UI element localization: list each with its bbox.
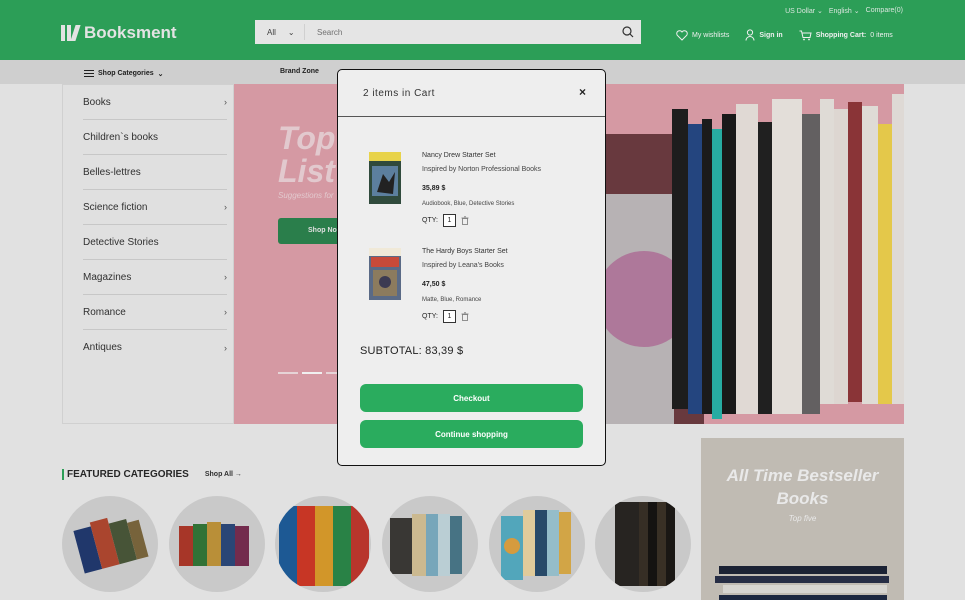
- cart-item-price: 35,89 $: [422, 185, 446, 192]
- continue-shopping-button[interactable]: Continue shopping: [360, 420, 583, 448]
- cart-item-qty: QTY: 1: [422, 214, 541, 227]
- cart-item-info: The Hardy Boys Starter Set Inspired by L…: [422, 248, 508, 323]
- cart-item-brand: Inspired by Leana's Books: [422, 262, 504, 269]
- cart-modal: 2 items in Cart × Nancy Drew Starter Set…: [337, 69, 606, 466]
- book-cover-image[interactable]: [369, 248, 401, 300]
- qty-input[interactable]: 1: [442, 310, 456, 323]
- qty-input[interactable]: 1: [442, 214, 456, 227]
- cart-modal-title: 2 items in Cart: [363, 88, 435, 99]
- cart-item-brand: Inspired by Norton Professional Books: [422, 166, 542, 173]
- cart-modal-header: 2 items in Cart ×: [338, 70, 605, 117]
- trash-icon[interactable]: [461, 216, 469, 225]
- cart-item-qty: QTY: 1: [422, 310, 508, 323]
- cart-item-title[interactable]: Nancy Drew Starter Set: [422, 152, 541, 159]
- checkout-button[interactable]: Checkout: [360, 384, 583, 412]
- cart-item-info: Nancy Drew Starter Set Inspired by Norto…: [422, 152, 541, 227]
- book-cover-image[interactable]: [369, 152, 401, 204]
- qty-label: QTY:: [422, 313, 438, 320]
- qty-label: QTY:: [422, 217, 438, 224]
- trash-icon[interactable]: [461, 312, 469, 321]
- cart-item-attributes: Audiobook, Blue, Detective Stories: [422, 201, 515, 207]
- cart-item-attributes: Matte, Blue, Romance: [422, 297, 482, 303]
- cart-item-price: 47,50 $: [422, 281, 446, 288]
- cart-item-title[interactable]: The Hardy Boys Starter Set: [422, 248, 508, 255]
- cart-subtotal: SUBTOTAL: 83,39 $: [360, 345, 464, 357]
- close-icon[interactable]: ×: [579, 85, 586, 99]
